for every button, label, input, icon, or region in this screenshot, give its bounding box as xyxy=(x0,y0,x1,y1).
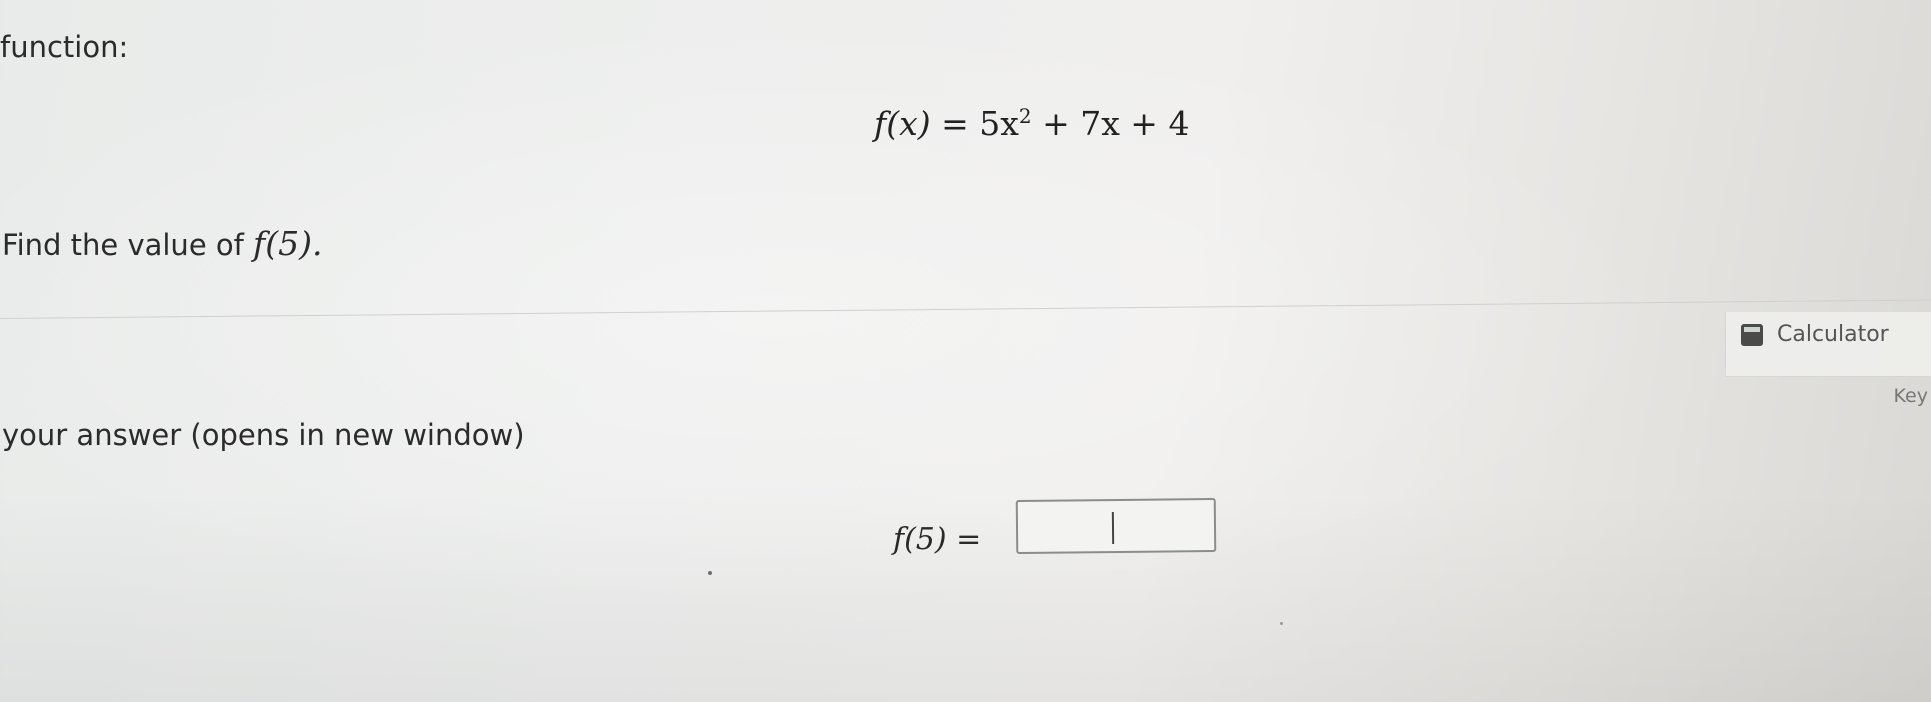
text-cursor xyxy=(1111,511,1115,545)
answer-input[interactable] xyxy=(1015,497,1217,555)
equation-lhs: f(x) xyxy=(874,104,931,143)
dust-speck xyxy=(1280,622,1283,625)
equation-rhs-rest: + 7x + 4 xyxy=(1042,104,1190,143)
function-equation: f(x) = 5x2 + 7x + 4 xyxy=(874,104,1189,143)
calculator-button[interactable]: Calculator xyxy=(1741,322,1889,347)
calculator-label: Calculator xyxy=(1777,322,1889,347)
calculator-icon xyxy=(1741,323,1763,346)
equation-rhs-first: = 5x xyxy=(941,104,1019,143)
answer-instructions-link[interactable]: your answer (opens in new window) xyxy=(2,418,525,452)
question-prompt-text: Find the value of xyxy=(2,228,244,262)
key-link[interactable]: Key xyxy=(1894,385,1928,407)
equation-exponent: 2 xyxy=(1018,104,1032,128)
question-prompt: Find the value of f(5). xyxy=(2,224,323,263)
question-intro: function: xyxy=(0,30,129,64)
answer-label: f(5) = xyxy=(893,522,982,557)
section-divider xyxy=(0,299,1931,319)
question-prompt-math: f(5). xyxy=(253,224,323,263)
dust-speck xyxy=(708,571,712,575)
